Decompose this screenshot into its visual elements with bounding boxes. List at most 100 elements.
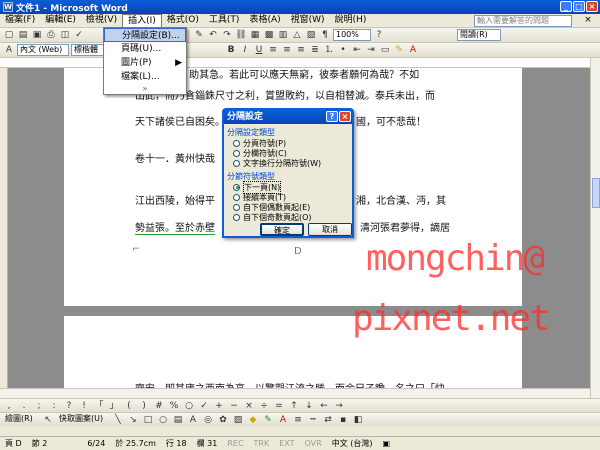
drawing-icon[interactable]: △ <box>291 29 303 41</box>
status-ext[interactable]: EXT <box>274 439 299 448</box>
menu-format[interactable]: 格式(O) <box>162 14 204 27</box>
radio-odd-page[interactable]: 自下個奇數頁起(O) <box>224 212 352 222</box>
semicolon-symbol[interactable]: ; <box>33 400 45 412</box>
align-left-icon[interactable]: ≡ <box>267 44 279 56</box>
paren-close-symbol[interactable]: ) <box>138 400 150 412</box>
line-color-icon[interactable]: ✎ <box>262 414 274 426</box>
equals-symbol[interactable]: = <box>273 400 285 412</box>
vertical-ruler[interactable] <box>0 68 8 398</box>
bullets-icon[interactable]: • <box>337 44 349 56</box>
radio-next-page[interactable]: 下一頁(N) <box>224 180 352 194</box>
status-trk[interactable]: TRK <box>249 439 275 448</box>
new-document-icon[interactable]: ▢ <box>3 29 15 41</box>
italic-icon[interactable]: I <box>239 44 251 56</box>
align-right-icon[interactable]: ≡ <box>295 44 307 56</box>
excel-icon[interactable]: ▩ <box>263 29 275 41</box>
style-select[interactable]: 內文 (Web) <box>17 44 69 56</box>
close-window-button[interactable]: × <box>586 1 598 12</box>
maximize-button[interactable]: □ <box>573 1 585 12</box>
radio-icon[interactable] <box>233 193 240 201</box>
radio-text-wrapping-break[interactable]: 文字換行分隔符號(W) <box>224 158 352 168</box>
menu-window[interactable]: 視窗(W) <box>286 14 330 27</box>
radio-even-page[interactable]: 自下個偶數頁起(E) <box>224 202 352 212</box>
arrow-up-symbol[interactable]: ↑ <box>288 400 300 412</box>
percent-symbol[interactable]: % <box>168 400 180 412</box>
arrow-icon[interactable]: ↘ <box>127 414 139 426</box>
line-icon[interactable]: ╲ <box>112 414 124 426</box>
print-preview-icon[interactable]: ◫ <box>59 29 71 41</box>
bracket-symbol[interactable]: 「 <box>93 400 105 412</box>
status-ovr[interactable]: OVR <box>300 439 327 448</box>
highlight-icon[interactable]: ✎ <box>393 44 405 56</box>
cancel-button[interactable]: 取消 <box>308 223 352 236</box>
menu-table[interactable]: 表格(A) <box>244 14 285 27</box>
columns-icon[interactable]: ▥ <box>277 29 289 41</box>
autoshapes-button[interactable]: 快取圖案(U) <box>57 414 109 426</box>
radio-icon[interactable] <box>233 183 240 191</box>
menu-item-page-numbers[interactable]: 頁碼(U)... <box>104 42 186 56</box>
open-folder-icon[interactable]: ▤ <box>17 29 29 41</box>
select-objects-icon[interactable]: ↖ <box>42 414 54 426</box>
expand-menu-icon[interactable]: » <box>104 84 186 94</box>
rectangle-icon[interactable]: □ <box>142 414 154 426</box>
menu-view[interactable]: 檢視(V) <box>81 14 122 27</box>
diagram-icon[interactable]: ◎ <box>202 414 214 426</box>
menu-help[interactable]: 說明(H) <box>330 14 372 27</box>
minimize-button[interactable]: _ <box>560 1 572 12</box>
help-icon[interactable]: ? <box>326 111 338 122</box>
oval-icon[interactable]: ○ <box>157 414 169 426</box>
document-map-icon[interactable]: ▧ <box>305 29 317 41</box>
paren-symbol[interactable]: ( <box>123 400 135 412</box>
menu-edit[interactable]: 編輯(E) <box>40 14 81 27</box>
draw-menu-button[interactable]: 繪圖(R) <box>3 414 39 426</box>
radio-icon[interactable] <box>233 203 240 211</box>
save-icon[interactable]: ▣ <box>31 29 43 41</box>
radio-icon[interactable] <box>233 213 240 221</box>
colon-symbol[interactable]: : <box>48 400 60 412</box>
border-icon[interactable]: ▭ <box>379 44 391 56</box>
bold-icon[interactable]: B <box>225 44 237 56</box>
horizontal-scrollbar[interactable] <box>0 388 590 398</box>
styles-pane-icon[interactable]: A <box>3 44 15 56</box>
arrow-down-symbol[interactable]: ↓ <box>303 400 315 412</box>
undo-icon[interactable]: ↶ <box>207 29 219 41</box>
underline-icon[interactable]: U <box>253 44 265 56</box>
arrow-style-icon[interactable]: ⇄ <box>322 414 334 426</box>
circle-symbol[interactable]: ○ <box>183 400 195 412</box>
close-icon[interactable]: × <box>339 111 351 122</box>
bracket-close-symbol[interactable]: 」 <box>108 400 120 412</box>
print-icon[interactable]: ⎙ <box>45 29 57 41</box>
fill-color-icon[interactable]: ◆ <box>247 414 259 426</box>
show-hide-icon[interactable]: ¶ <box>319 29 331 41</box>
font-color-icon[interactable]: A <box>277 414 289 426</box>
menu-insert[interactable]: 插入(I) <box>122 14 162 27</box>
menu-tools[interactable]: 工具(T) <box>204 14 245 27</box>
numbering-icon[interactable]: ⒈ <box>323 44 335 56</box>
scroll-thumb[interactable] <box>592 178 600 208</box>
period-symbol[interactable]: . <box>18 400 30 412</box>
divide-symbol[interactable]: ÷ <box>258 400 270 412</box>
line-style-icon[interactable]: ≡ <box>292 414 304 426</box>
justify-icon[interactable]: ≣ <box>309 44 321 56</box>
textbox-icon[interactable]: ▤ <box>172 414 184 426</box>
status-rec[interactable]: REC <box>222 439 248 448</box>
ok-button[interactable]: 確定 <box>260 223 304 236</box>
format-painter-icon[interactable]: ✎ <box>193 29 205 41</box>
comma-symbol[interactable]: , <box>3 400 15 412</box>
help-search-input[interactable]: 輸入需要解答的問題 <box>474 15 572 27</box>
clipart-icon[interactable]: ✿ <box>217 414 229 426</box>
radio-continuous[interactable]: 接續本頁(T) <box>224 192 352 202</box>
decrease-indent-icon[interactable]: ⇤ <box>351 44 363 56</box>
minus-symbol[interactable]: − <box>228 400 240 412</box>
font-color-icon[interactable]: A <box>407 44 419 56</box>
horizontal-ruler[interactable] <box>0 58 600 68</box>
menu-file[interactable]: 檔案(F) <box>0 14 40 27</box>
dash-style-icon[interactable]: ┅ <box>307 414 319 426</box>
arrow-right-symbol[interactable]: → <box>333 400 345 412</box>
increase-indent-icon[interactable]: ⇥ <box>365 44 377 56</box>
radio-icon[interactable] <box>233 159 240 167</box>
check-symbol[interactable]: ✓ <box>198 400 210 412</box>
radio-icon[interactable] <box>233 149 240 157</box>
hash-symbol[interactable]: # <box>153 400 165 412</box>
status-language[interactable]: 中文 (台灣) <box>327 438 378 449</box>
